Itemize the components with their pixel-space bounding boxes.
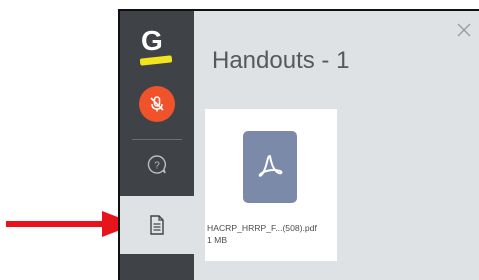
microphone-muted-icon (150, 96, 164, 112)
pdf-icon (243, 131, 297, 203)
sidebar: G ? (120, 11, 194, 280)
svg-text:?: ? (154, 161, 160, 172)
close-button[interactable] (455, 21, 473, 39)
mute-microphone-button[interactable] (139, 86, 175, 122)
question-chat-icon: ? (147, 155, 166, 174)
panel-title: Handouts - 1 (212, 47, 350, 74)
file-size: 1 MB (207, 235, 228, 245)
close-icon (457, 23, 471, 37)
handouts-tab[interactable] (120, 196, 194, 254)
screenshot-root: G ? Handouts - 1 HACRP_HRRP_F...(508).pd… (0, 0, 479, 280)
pdf-acrobat-icon (258, 155, 283, 177)
file-name: HACRP_HRRP_F...(508).pdf (207, 223, 317, 233)
handout-file-card[interactable]: HACRP_HRRP_F...(508).pdf 1 MB (205, 109, 337, 261)
sidebar-divider (132, 139, 182, 140)
webinar-panel-window: G ? Handouts - 1 HACRP_HRRP_F...(508).pd… (118, 9, 479, 280)
app-logo: G (136, 25, 178, 66)
questions-button[interactable]: ? (144, 152, 170, 178)
annotation-arrow (6, 211, 136, 237)
document-icon (150, 215, 164, 235)
logo-letter: G (141, 25, 163, 56)
